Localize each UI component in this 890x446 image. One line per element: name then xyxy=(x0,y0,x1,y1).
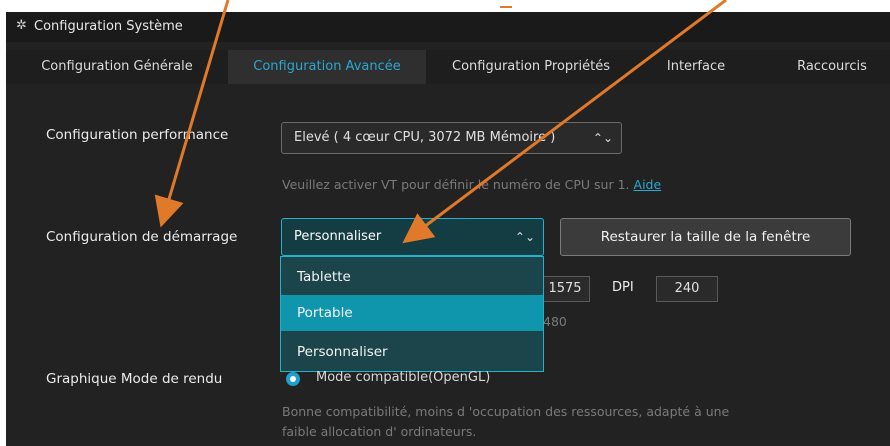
annotation-arrow-left xyxy=(154,0,230,228)
annotation-arrow-right xyxy=(402,0,727,244)
annotation-arrows xyxy=(154,0,727,244)
